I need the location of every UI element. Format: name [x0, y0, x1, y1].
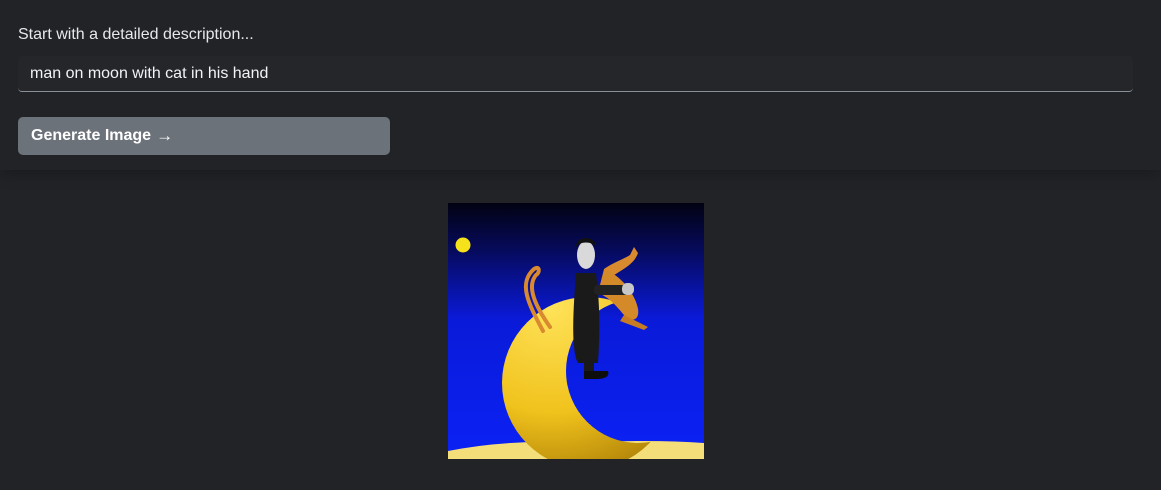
generated-image	[448, 203, 704, 459]
prompt-form: Start with a detailed description... Gen…	[0, 0, 1161, 170]
prompt-label: Start with a detailed description...	[18, 26, 254, 43]
image-generator-page: Start with a detailed description... Gen…	[0, 0, 1161, 490]
prompt-input[interactable]	[18, 56, 1133, 92]
man-face	[577, 241, 595, 269]
man-hand	[622, 283, 634, 295]
generate-button-label: Generate Image	[31, 127, 152, 144]
generate-image-button[interactable]: Generate Image →	[18, 117, 390, 155]
arrow-right-icon: →	[156, 126, 174, 145]
